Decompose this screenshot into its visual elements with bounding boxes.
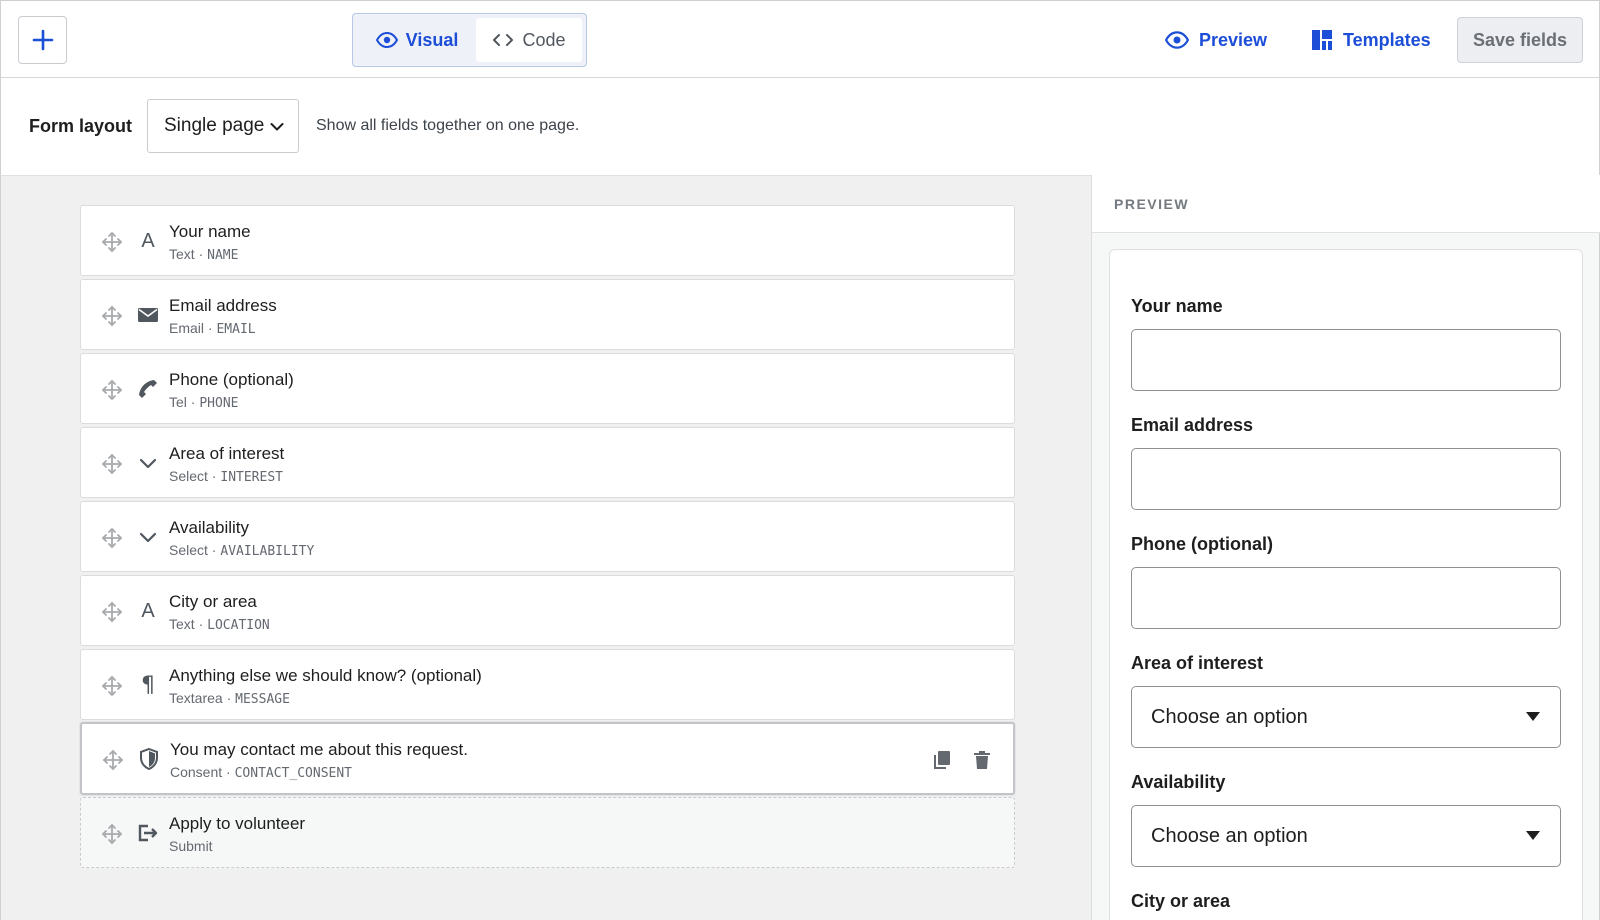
field-card[interactable]: A Your name Text · NAME	[80, 205, 1015, 276]
preview-field-label: Availability	[1131, 772, 1226, 792]
field-type-key: Select · INTEREST	[169, 468, 283, 485]
templates-button[interactable]: Templates	[1311, 23, 1431, 57]
shield-icon	[136, 746, 162, 772]
field-title: City or area	[169, 592, 257, 611]
drag-handle-icon[interactable]	[101, 675, 123, 697]
field-card[interactable]: Email address Email · EMAIL	[80, 279, 1015, 350]
field-type-key: Email · EMAIL	[169, 320, 256, 337]
drag-handle-icon[interactable]	[101, 453, 123, 475]
drag-handle-icon[interactable]	[101, 379, 123, 401]
tab-code-label: Code	[522, 29, 566, 50]
form-layout-label: Form layout	[29, 116, 133, 136]
preview-name-input[interactable]	[1131, 329, 1561, 391]
field-type-key: Consent · CONTACT_CONSENT	[170, 764, 353, 781]
text-a-icon: A	[141, 229, 155, 252]
select-value: Choose an option	[1151, 824, 1308, 847]
form-layout-help: Show all fields together on one page.	[316, 117, 580, 134]
preview-availability-select[interactable]: Choose an option	[1131, 805, 1561, 867]
preview-field-label: Phone (optional)	[1131, 534, 1273, 554]
top-toolbar: Visual Code Preview Templates Save field…	[0, 0, 1600, 78]
save-fields-button[interactable]: Save fields	[1457, 17, 1583, 63]
preview-interest-select[interactable]: Choose an option	[1131, 686, 1561, 748]
preview-label: Preview	[1199, 29, 1268, 50]
preview-field-label: Your name	[1131, 296, 1223, 316]
code-icon	[493, 34, 514, 46]
caret-down-icon	[1526, 712, 1540, 721]
field-title: Availability	[169, 518, 250, 537]
phone-icon	[135, 376, 161, 402]
chevron-down-icon	[135, 524, 161, 550]
select-value: Choose an option	[1151, 705, 1308, 728]
submit-field-card[interactable]: Apply to volunteer Submit	[80, 797, 1015, 868]
templates-grid-icon	[1312, 30, 1332, 50]
tab-code[interactable]: Code	[476, 18, 582, 62]
preview-field-label: Area of interest	[1131, 653, 1264, 673]
drag-handle-icon[interactable]	[101, 231, 123, 253]
field-card[interactable]: ¶ Anything else we should know? (optiona…	[80, 649, 1015, 720]
field-title: Phone (optional)	[169, 370, 294, 389]
tab-visual-label: Visual	[405, 29, 459, 50]
envelope-icon	[135, 302, 161, 328]
field-title: You may contact me about this request.	[170, 740, 468, 759]
chevron-down-icon	[270, 123, 284, 131]
drag-handle-icon[interactable]	[101, 305, 123, 327]
duplicate-icon	[934, 751, 950, 769]
tab-visual[interactable]: Visual	[358, 18, 476, 62]
field-title: Area of interest	[169, 444, 285, 463]
field-type-key: Tel · PHONE	[169, 394, 239, 411]
pilcrow-icon: ¶	[141, 672, 155, 698]
preview-phone-input[interactable]	[1131, 567, 1561, 629]
templates-label: Templates	[1343, 29, 1431, 50]
drag-handle-icon[interactable]	[101, 527, 123, 549]
submit-arrow-icon	[135, 820, 161, 846]
preview-panel: PREVIEW Your name Email address Phone (o…	[1091, 175, 1600, 920]
field-card[interactable]: Area of interest Select · INTEREST	[80, 427, 1015, 498]
field-title: Email address	[169, 296, 277, 315]
form-layout-select[interactable]: Single page	[147, 99, 299, 153]
field-title: Your name	[169, 222, 251, 241]
field-title: Anything else we should know? (optional)	[169, 666, 482, 685]
preview-field-label: Email address	[1131, 415, 1254, 435]
plus-icon	[32, 29, 53, 51]
drag-handle-icon[interactable]	[102, 749, 124, 771]
chevron-down-icon	[135, 450, 161, 476]
form-layout-value: Single page	[164, 115, 265, 136]
form-layout-bar: Form layout Single page Show all fields …	[0, 78, 1600, 175]
drag-handle-icon[interactable]	[101, 601, 123, 623]
delete-field-button[interactable]	[970, 748, 994, 772]
preview-header: PREVIEW	[1092, 175, 1600, 233]
drag-handle-icon[interactable]	[101, 823, 123, 845]
field-type-key: Text · NAME	[169, 246, 239, 263]
preview-email-input[interactable]	[1131, 448, 1561, 510]
field-canvas: A Your name Text · NAME Email address Em…	[0, 175, 1091, 920]
eye-icon	[1165, 31, 1189, 49]
field-title: Apply to volunteer	[169, 814, 306, 833]
preview-field-label: City or area	[1131, 891, 1231, 911]
editor-mode-toggle: Visual Code	[352, 13, 587, 67]
trash-icon	[974, 751, 990, 769]
field-card[interactable]: Phone (optional) Tel · PHONE	[80, 353, 1015, 424]
preview-form: Your name Email address Phone (optional)…	[1109, 249, 1583, 920]
field-type-key: Text · LOCATION	[169, 616, 270, 633]
field-card-selected[interactable]: You may contact me about this request. C…	[80, 722, 1015, 795]
caret-down-icon	[1526, 831, 1540, 840]
field-card[interactable]: Availability Select · AVAILABILITY	[80, 501, 1015, 572]
text-a-icon: A	[141, 599, 155, 622]
preview-heading: PREVIEW	[1114, 196, 1190, 212]
duplicate-field-button[interactable]	[930, 748, 954, 772]
field-type-key: Textarea · MESSAGE	[169, 690, 290, 707]
preview-button[interactable]: Preview	[1165, 23, 1267, 57]
eye-icon	[375, 32, 398, 48]
field-type-key: Submit	[169, 838, 213, 854]
field-type-key: Select · AVAILABILITY	[169, 542, 315, 559]
add-field-button[interactable]	[18, 16, 67, 64]
field-card[interactable]: A City or area Text · LOCATION	[80, 575, 1015, 646]
